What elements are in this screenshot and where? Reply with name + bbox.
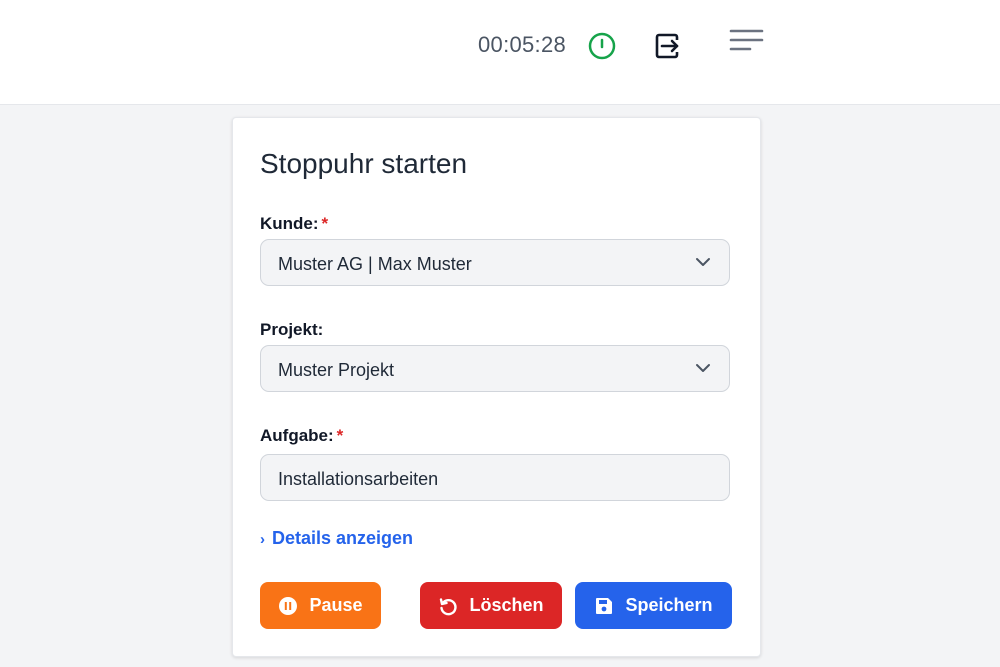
chevron-down-icon [696,364,710,372]
logout-icon[interactable] [652,30,684,62]
chevron-right-icon: › [260,531,265,548]
top-bar: 00:05:28 [0,0,1000,105]
task-input-value: Installationsarbeiten [278,469,439,489]
timer-power-icon[interactable] [587,31,617,61]
floppy-disk-icon [596,597,613,614]
pause-button-label: Pause [309,595,363,615]
customer-label: Kunde: * [260,214,328,234]
task-label-text: Aufgabe: [260,426,334,445]
reset-icon [440,597,458,615]
save-button[interactable]: Speichern [575,582,732,629]
customer-select-value: Muster AG | Max Muster [278,254,472,274]
stopwatch-time: 00:05:28 [478,32,567,57]
delete-button-label: Löschen [469,595,544,615]
chevron-down-icon [696,258,710,266]
save-button-label: Speichern [625,595,713,615]
menu-icon[interactable] [728,26,764,56]
customer-select[interactable]: Muster AG | Max Muster [260,239,730,286]
project-label: Projekt: [260,320,323,340]
delete-button[interactable]: Löschen [420,582,562,629]
details-toggle-link[interactable]: › Details anzeigen [260,528,413,549]
pause-icon [279,596,298,615]
project-label-text: Projekt: [260,320,324,339]
task-input[interactable]: Installationsarbeiten [260,454,730,501]
required-marker: * [321,214,329,233]
required-marker: * [336,426,344,445]
details-link-label: Details anzeigen [272,528,414,548]
pause-button[interactable]: Pause [260,582,381,629]
page-title: Stoppuhr starten [260,148,468,179]
customer-label-text: Kunde: [260,214,319,233]
project-select-value: Muster Projekt [278,360,395,380]
project-select[interactable]: Muster Projekt [260,345,730,392]
task-label: Aufgabe: * [260,426,343,446]
stopwatch-card: Stoppuhr starten Kunde: * Muster AG | Max… [232,117,761,657]
